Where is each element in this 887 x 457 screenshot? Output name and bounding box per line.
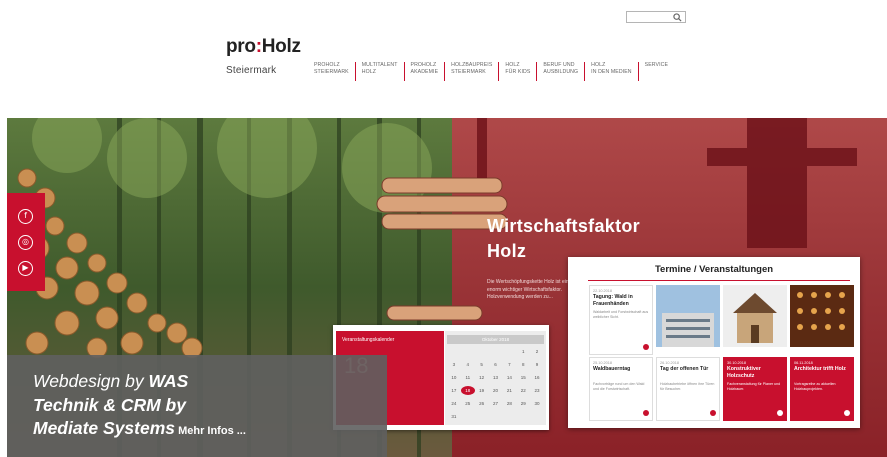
calendar-day-cell[interactable]: 7 xyxy=(502,360,516,369)
calendar-day-cell[interactable]: 5 xyxy=(475,360,489,369)
credits-overlay[interactable]: Webdesign by WAS Technik & CRM by Mediat… xyxy=(7,355,387,457)
calendar-day-cell[interactable]: 12 xyxy=(475,373,489,382)
calendar-day-cell[interactable]: 20 xyxy=(489,386,503,395)
calendar-day-cell[interactable]: 6 xyxy=(489,360,503,369)
calendar-month: Oktober 2018 xyxy=(447,335,544,344)
event-dot-icon xyxy=(710,410,716,416)
nav-item-holz-fuer-kids[interactable]: HOLZ FÜR KIDS xyxy=(498,62,536,81)
event-photo-building xyxy=(656,285,720,347)
calendar-day-cell[interactable]: 14 xyxy=(502,373,516,382)
event-item[interactable]: 25.10.2018 Waldbauerntag Fachvorträge ru… xyxy=(589,357,653,421)
calendar-day-cell[interactable]: 16 xyxy=(530,373,544,382)
events-card: Termine / Veranstaltungen 22.10.2018 Tag… xyxy=(568,257,860,428)
calendar-day-cell xyxy=(461,412,475,421)
nav-item-proholz-akademie[interactable]: PROHOLZ AKADEMIE xyxy=(403,62,445,81)
more-info-link[interactable]: Mehr Infos ... xyxy=(175,425,246,437)
instagram-icon[interactable]: ◎ xyxy=(18,235,33,250)
event-dot-icon xyxy=(844,410,850,416)
calendar-day-cell[interactable]: 30 xyxy=(530,399,544,408)
event-dot-icon xyxy=(777,410,783,416)
calendar-day-cell[interactable]: 4 xyxy=(461,360,475,369)
search-input[interactable] xyxy=(626,11,686,23)
credit-technik: Technik & CRM by xyxy=(33,394,186,415)
calendar-day-cell[interactable]: 1 xyxy=(516,347,530,356)
calendar-day-cell[interactable]: 29 xyxy=(516,399,530,408)
logo-region: Steiermark xyxy=(226,65,277,76)
logo-brand-a: pro xyxy=(226,36,256,57)
calendar-day-cell[interactable]: 24 xyxy=(447,399,461,408)
calendar-day-cell[interactable]: 23 xyxy=(530,386,544,395)
calendar-day-cell[interactable]: 19 xyxy=(475,386,489,395)
calendar-day-cell[interactable]: 26 xyxy=(475,399,489,408)
credit-webdesign-label: Webdesign by xyxy=(33,371,149,391)
nav-item-beruf-ausbildung[interactable]: BERUF UND AUSBILDUNG xyxy=(536,62,584,81)
calendar-day-cell[interactable]: 3 xyxy=(447,360,461,369)
social-bar: f ◎ ▶ xyxy=(7,193,45,291)
calendar-day-cell xyxy=(502,347,516,356)
credit-webdesign-company: WAS xyxy=(148,371,189,391)
event-item[interactable]: 22.10.2018 Tagung: Wald in Frauenhänden … xyxy=(589,285,653,355)
logo-brand-b: Holz xyxy=(261,36,301,57)
calendar-day-cell[interactable]: 13 xyxy=(489,373,503,382)
calendar-title: Veranstaltungskalender xyxy=(342,337,395,343)
events-title: Termine / Veranstaltungen xyxy=(654,264,774,275)
search-icon[interactable] xyxy=(673,13,682,22)
events-divider xyxy=(588,280,850,281)
calendar-day-cell xyxy=(447,347,461,356)
nav-item-multitalent-holz[interactable]: MULTITALENT HOLZ xyxy=(354,62,404,81)
page: pro:Holz Steiermark PROHOLZ STEIERMARK MU… xyxy=(0,0,887,457)
calendar-day-cell[interactable]: 18 xyxy=(460,386,475,395)
nav-item-holz-in-medien[interactable]: HOLZ IN DEN MEDIEN xyxy=(584,62,638,81)
calendar-day-cell[interactable]: 27 xyxy=(489,399,503,408)
event-photo-architecture xyxy=(790,285,854,347)
event-dot-icon xyxy=(643,344,649,350)
calendar-day-cell[interactable]: 11 xyxy=(461,373,475,382)
calendar-day-cell xyxy=(475,412,489,421)
site-logo[interactable]: pro:Holz Steiermark xyxy=(226,36,301,77)
facebook-icon[interactable]: f xyxy=(18,209,33,224)
event-photo-house xyxy=(723,285,787,347)
calendar-day-cell xyxy=(475,347,489,356)
calendar-day-cell[interactable]: 25 xyxy=(461,399,475,408)
calendar-day-cell[interactable]: 8 xyxy=(516,360,530,369)
hero-text: Die Wertschöpfungskette Holz ist ein eno… xyxy=(487,279,569,300)
calendar-day-cell[interactable]: 9 xyxy=(530,360,544,369)
calendar-day-cell[interactable]: 2 xyxy=(530,347,544,356)
credit-mediate: Mediate Systems xyxy=(33,418,176,438)
calendar-day-cell xyxy=(461,347,475,356)
nav-item-holzbaupreis[interactable]: HOLZBAUPREIS STEIERMARK xyxy=(444,62,498,81)
calendar-day-cell[interactable]: 15 xyxy=(516,373,530,382)
calendar-day-cell[interactable]: 31 xyxy=(447,412,461,421)
event-item[interactable]: 30.10.2018 Konstruktiver Holzschutz Fach… xyxy=(723,357,787,421)
youtube-icon[interactable]: ▶ xyxy=(18,261,33,276)
calendar-day-cell[interactable]: 10 xyxy=(447,373,461,382)
main-navigation: PROHOLZ STEIERMARK MULTITALENT HOLZ PROHOL… xyxy=(308,62,674,81)
calendar-grid: 1 2 3 4 5 6 7 8 9 10 11 12 13 14 15 16 17 18 19 20 21 22 23 24 2… xyxy=(447,347,544,421)
calendar-day-cell[interactable]: 21 xyxy=(502,386,516,395)
calendar-day-cell[interactable]: 17 xyxy=(447,386,461,395)
calendar-day-cell xyxy=(489,347,503,356)
event-dot-icon xyxy=(643,410,649,416)
event-item[interactable]: 26.10.2018 Tag der offenen Tür Holzbaube… xyxy=(656,357,720,421)
nav-item-service[interactable]: SERVICE xyxy=(637,62,674,81)
calendar-grid-panel: Oktober 2018 1 2 3 4 5 6 7 8 9 10 11 12 13 14 15 16 17 18… xyxy=(445,331,546,425)
event-item[interactable]: 06.11.2018 Architektur trifft Holz Vortr… xyxy=(790,357,854,421)
calendar-day-cell[interactable]: 28 xyxy=(502,399,516,408)
calendar-day-cell[interactable]: 22 xyxy=(516,386,530,395)
nav-item-proholz-steiermark[interactable]: PROHOLZ STEIERMARK xyxy=(308,62,355,81)
